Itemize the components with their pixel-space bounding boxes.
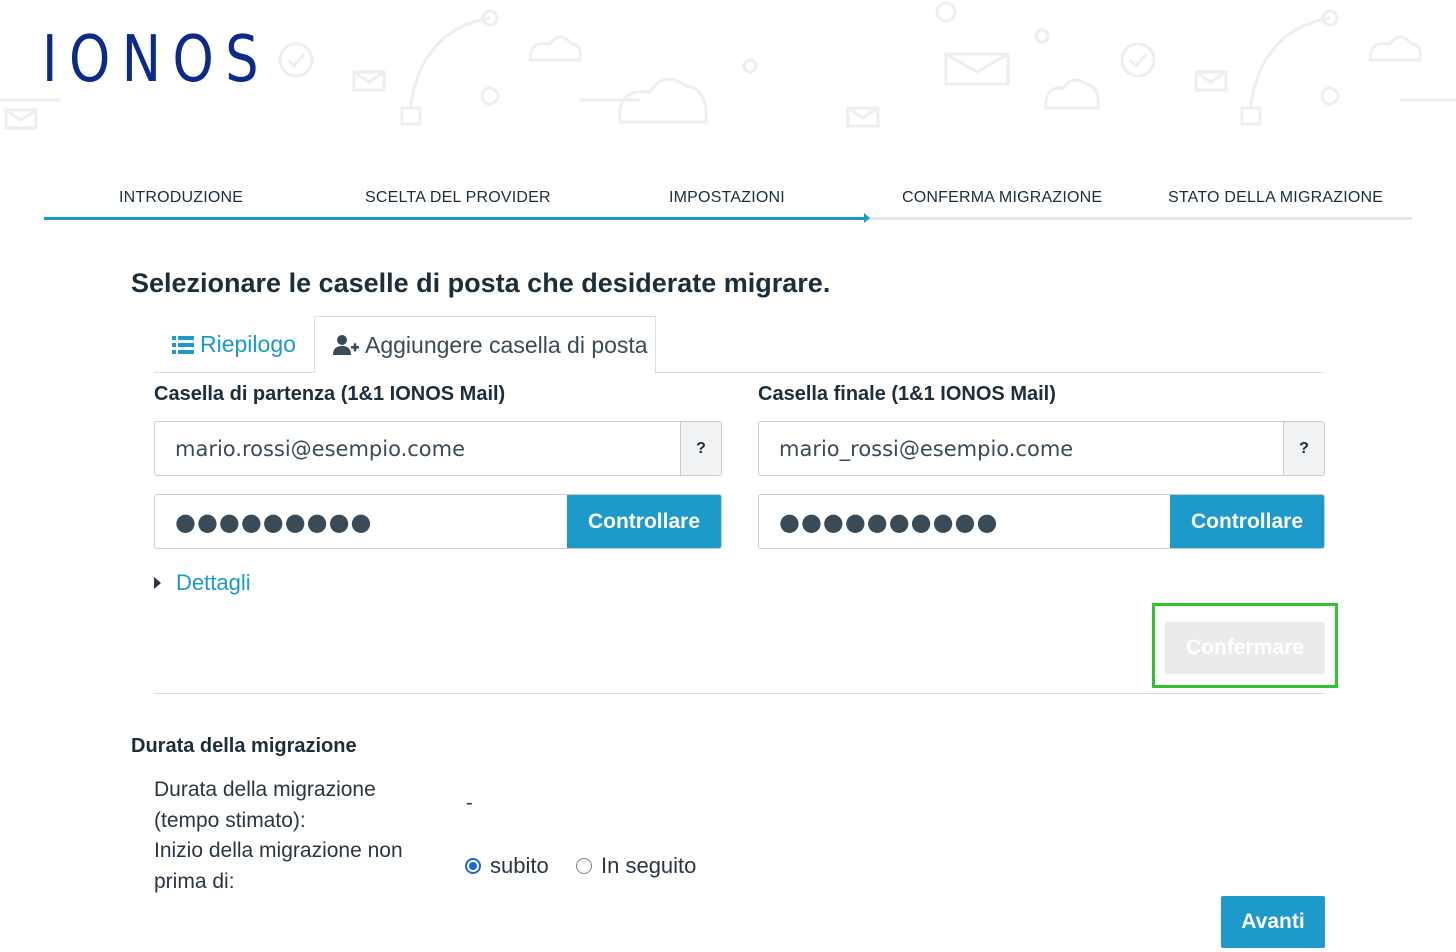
- radio-immediately-label: subito: [490, 853, 549, 878]
- target-password-group: Controllare: [758, 494, 1325, 549]
- source-email-input[interactable]: [155, 422, 680, 475]
- target-email-input[interactable]: [759, 422, 1283, 475]
- caret-right-icon: [154, 577, 161, 589]
- target-mailbox-label: Casella finale (1&1 IONOS Mail): [758, 383, 1056, 405]
- duration-estimate-value: -: [466, 792, 473, 814]
- progress-arrow-icon: [864, 213, 870, 223]
- target-password-input[interactable]: [759, 495, 1170, 548]
- details-toggle[interactable]: Dettagli: [154, 570, 251, 596]
- source-password-input[interactable]: [155, 495, 567, 548]
- step-introduction: INTRODUZIONE: [119, 189, 244, 206]
- radio-later-label: In seguito: [601, 853, 697, 878]
- migration-stepper: INTRODUZIONE SCELTA DEL PROVIDER IMPOSTA…: [44, 186, 1412, 223]
- tab-add-mailbox[interactable]: Aggiungere casella di posta: [314, 316, 656, 374]
- step-confirm-migration: CONFERMA MIGRAZIONE: [902, 189, 1103, 206]
- section-divider: [154, 693, 1325, 694]
- step-provider-choice: SCELTA DEL PROVIDER: [365, 189, 551, 206]
- next-button[interactable]: Avanti: [1221, 896, 1325, 948]
- mailbox-tabs: Riepilogo Aggiungere casella di posta: [154, 316, 1325, 374]
- ionos-logo: IONOS: [42, 23, 271, 97]
- tab-overview[interactable]: Riepilogo: [172, 316, 296, 373]
- start-time-label: Inizio della migrazione non prima di:: [154, 839, 403, 893]
- radio-immediately[interactable]: subito: [465, 853, 549, 879]
- page-title: Selezionare le caselle di posta che desi…: [131, 268, 831, 298]
- duration-heading: Durata della migrazione: [131, 735, 357, 757]
- target-email-group: ?: [758, 421, 1325, 476]
- source-password-group: Controllare: [154, 494, 722, 549]
- duration-estimate-label: Durata della migrazione (tempo stimato):: [154, 778, 376, 832]
- tab-add-mailbox-label: Aggiungere casella di posta: [365, 331, 648, 358]
- step-migration-status: STATO DELLA MIGRAZIONE: [1168, 189, 1384, 206]
- tab-overview-label: Riepilogo: [200, 331, 296, 357]
- target-check-button[interactable]: Controllare: [1170, 495, 1324, 548]
- progress-fill: [44, 217, 865, 220]
- source-check-button[interactable]: Controllare: [567, 495, 721, 548]
- radio-unchecked-icon: [576, 858, 592, 874]
- radio-checked-icon: [465, 858, 481, 874]
- step-settings: IMPOSTAZIONI: [669, 189, 785, 206]
- confirm-button[interactable]: Confermare: [1165, 622, 1325, 674]
- source-mailbox-label: Casella di partenza (1&1 IONOS Mail): [154, 383, 506, 405]
- source-email-help-button[interactable]: ?: [680, 422, 721, 475]
- radio-later[interactable]: In seguito: [576, 853, 696, 879]
- details-label: Dettagli: [176, 570, 251, 595]
- user-plus-icon: [333, 334, 359, 356]
- target-email-help-button[interactable]: ?: [1283, 422, 1324, 475]
- list-icon: [172, 335, 194, 354]
- source-email-group: ?: [154, 421, 722, 476]
